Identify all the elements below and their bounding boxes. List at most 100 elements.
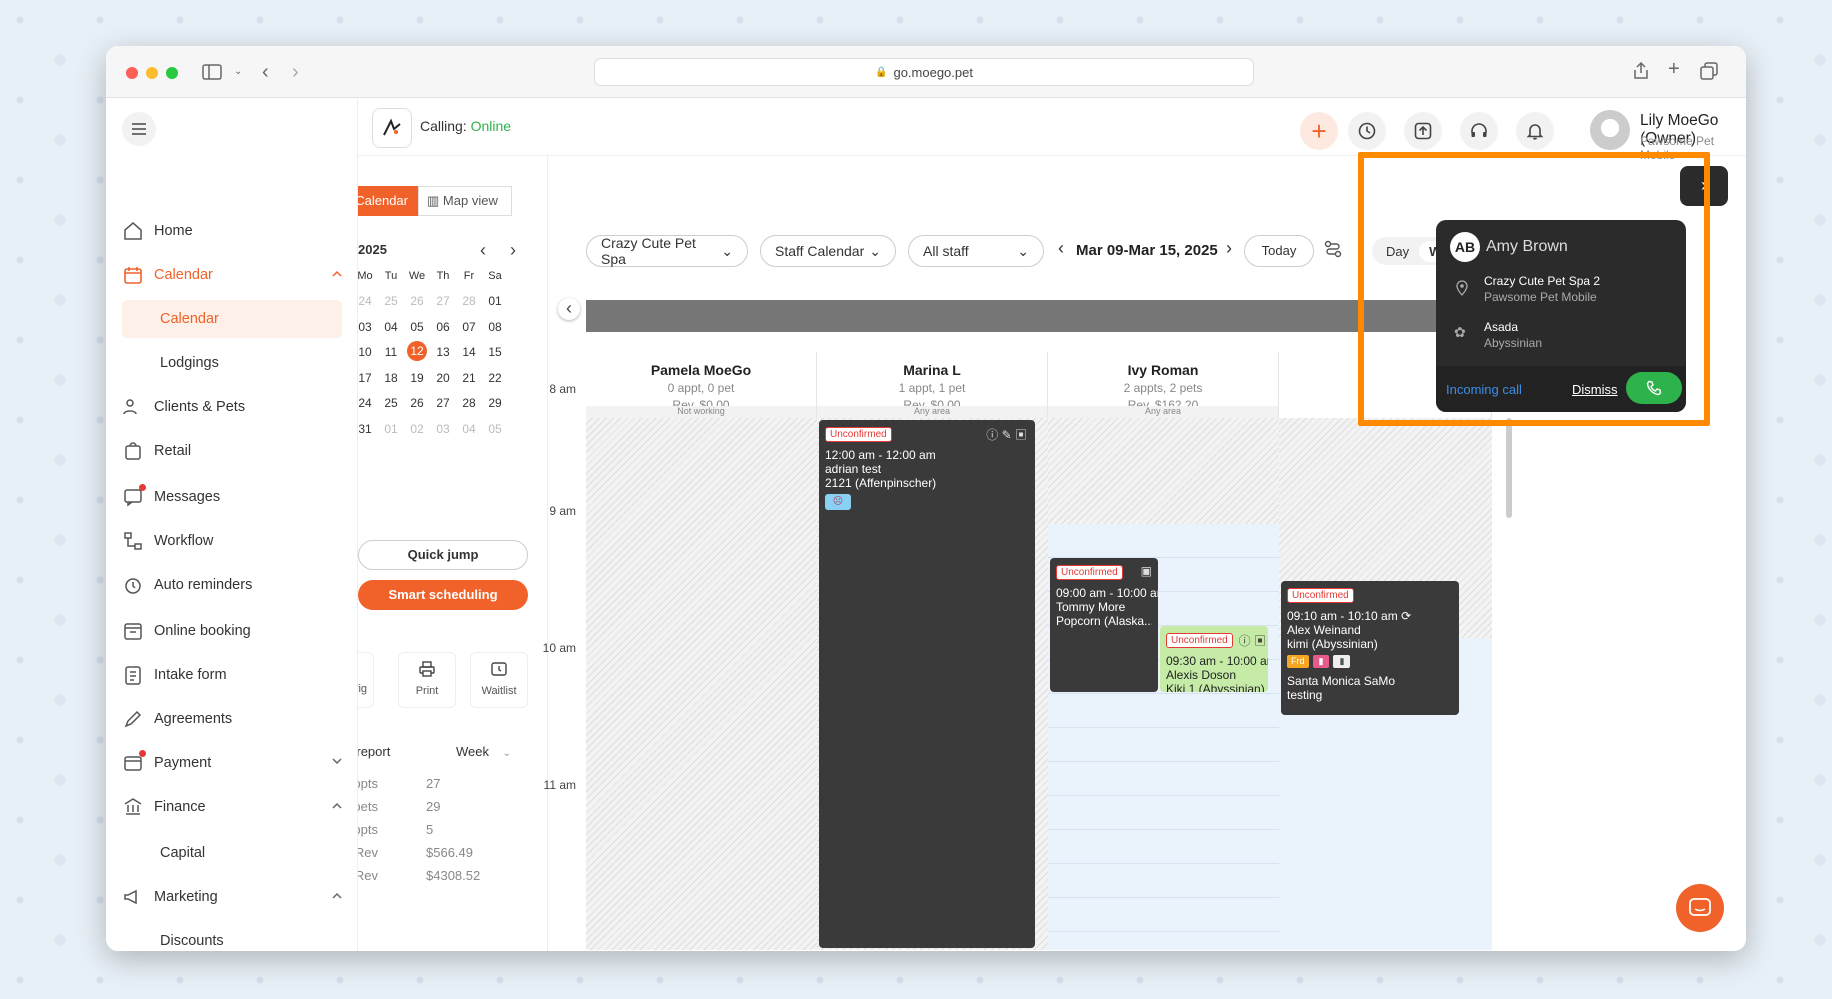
sidebar-item-lodgings[interactable]: Lodgings (122, 344, 342, 382)
calling-label: Calling: (420, 118, 467, 134)
repeat-icon: ⟳ (1401, 609, 1412, 623)
sidebar-toggle-icon[interactable] (202, 64, 222, 80)
map-view-label: Map view (442, 193, 498, 208)
calendar-day[interactable]: 12 (407, 341, 427, 362)
sidebar-item-calendar[interactable]: Calendar (122, 300, 342, 338)
sidebar: Home Calendar Calendar Lodgings Clients & Pe… (106, 98, 358, 951)
staff-name: Pamela MoeGo (650, 362, 752, 378)
add-icon[interactable]: + (1300, 112, 1338, 150)
column-pamela-body[interactable] (586, 418, 817, 950)
report-period-select[interactable]: Week ⌄ (456, 744, 511, 759)
sidebar-item-marketing[interactable]: Marketing (122, 878, 342, 916)
smart-scheduling-button[interactable]: Smart scheduling (358, 580, 528, 610)
time-label: 11 am (543, 778, 576, 792)
calendar-day[interactable]: 11 (376, 345, 406, 359)
status-badge: Unconfirmed (1056, 565, 1123, 580)
bell-icon[interactable] (1516, 112, 1554, 150)
sidebar-item-label: Calendar (160, 311, 219, 327)
chevron-down-icon: ⌄ (721, 242, 733, 259)
sidebar-item-auto-reminders[interactable]: Auto reminders (122, 566, 342, 604)
calendar-view-button[interactable]: Calendar (358, 186, 418, 216)
chevron-down-icon[interactable]: ⌄ (234, 66, 242, 77)
alarm-icon (122, 574, 144, 596)
chat-support-button[interactable] (1676, 884, 1724, 932)
staff-column-header[interactable]: Marina L1 appt, 1 pet Rev. $0.00 Any area (817, 352, 1048, 418)
staff-select[interactable]: All staff ⌄ (908, 235, 1044, 267)
sidebar-item-clients-pets[interactable]: Clients & Pets (122, 388, 342, 426)
sidebar-item-capital[interactable]: Capital (122, 834, 342, 872)
forward-icon[interactable]: › (292, 61, 299, 84)
sidebar-item-retail[interactable]: Retail (122, 432, 342, 470)
chevron-down-icon: ⌄ (869, 242, 881, 259)
chevron-down-icon: ⌄ (502, 748, 512, 759)
url-bar[interactable]: 🔒 go.moego.pet (594, 58, 1254, 86)
appointment-card[interactable]: Unconfirmed 09:10 am - 10:10 am ⟳ Alex W… (1281, 581, 1459, 715)
sidebar-item-agreements[interactable]: Agreements (122, 700, 342, 738)
today-button[interactable]: Today (1244, 235, 1314, 267)
appointment-card[interactable]: Unconfirmed ⓘ ✎ ▣ 12:00 am - 12:00 am ad… (819, 420, 1035, 948)
sidebar-item-workflow[interactable]: Workflow (122, 522, 342, 560)
next-month-icon[interactable]: › (510, 240, 516, 261)
sidebar-item-online-booking[interactable]: Online booking (122, 612, 342, 650)
calendar-type-select[interactable]: Staff Calendar ⌄ (760, 235, 896, 267)
maximize-window-button[interactable] (166, 67, 178, 79)
mood-icon: ☹ (825, 494, 851, 510)
history-icon[interactable] (1348, 112, 1386, 150)
sidebar-item-label: Clients & Pets (154, 399, 246, 415)
appointment-client: Alexis Doson (1166, 668, 1237, 682)
tabs-overview-icon[interactable] (1700, 62, 1718, 80)
calendar-day[interactable]: 15 (480, 345, 510, 359)
headset-icon[interactable] (1460, 112, 1498, 150)
close-window-button[interactable] (126, 67, 138, 79)
mini-calendar-title: 2025 (358, 242, 387, 257)
sidebar-item-label: Agreements (154, 711, 233, 727)
sidebar-item-payment[interactable]: Payment (122, 744, 342, 782)
sidebar-item-messages[interactable]: Messages (122, 478, 342, 516)
staff-column-header[interactable]: Ivy Roman 2 appts, 2 pets Rev. $162.20 Any … (1048, 352, 1279, 418)
sidebar-item-label: Discounts (160, 933, 224, 949)
map-view-button[interactable]: ▥ Map view (418, 186, 512, 216)
sidebar-item-intake-form[interactable]: Intake form (122, 656, 342, 694)
prev-month-icon[interactable]: ‹ (480, 240, 486, 261)
config-button[interactable]: ⚙ Config (358, 652, 374, 708)
calendar-day[interactable]: 01 (480, 294, 510, 308)
quick-jump-button[interactable]: Quick jump (358, 540, 528, 570)
calendar-scrollbar[interactable] (1506, 418, 1512, 518)
url-text: go.moego.pet (893, 64, 973, 80)
waitlist-button[interactable]: Waitlist (470, 652, 528, 708)
appointment-location: Santa Monica SaMo (1287, 674, 1396, 688)
business-select[interactable]: Crazy Cute Pet Spa ⌄ (586, 235, 748, 267)
retail-icon (122, 440, 144, 462)
staff-column-header[interactable]: Pamela MoeGo 0 appt, 0 pet Rev. $0.00 Not w… (586, 352, 817, 418)
appointment-card[interactable]: Unconfirmed ▣ 09:00 am - 10:00 am Tommy … (1050, 558, 1158, 692)
new-tab-icon[interactable]: + (1668, 58, 1680, 81)
minimize-window-button[interactable] (146, 67, 158, 79)
back-icon[interactable]: ‹ (262, 61, 269, 84)
calendar-day[interactable]: 05 (480, 422, 510, 436)
next-week-icon[interactable]: › (1226, 238, 1232, 259)
prev-week-icon[interactable]: ‹ (1058, 238, 1064, 259)
route-icon[interactable] (1324, 240, 1342, 258)
sidebar-item-home[interactable]: Home (122, 212, 342, 250)
staff-summary: 2 appts, 2 pets (1123, 381, 1203, 395)
upload-icon[interactable] (1404, 112, 1442, 150)
weekday-label: Sa (488, 270, 502, 282)
collapse-panel-icon[interactable]: ‹ (558, 298, 580, 320)
avatar[interactable] (1590, 110, 1630, 150)
appointment-pet: Popcorn (Alaska... (1056, 614, 1152, 628)
calendar-day[interactable]: 22 (480, 371, 510, 385)
appointment-card[interactable]: Unconfirmed ⓘ ▣ 09:30 am - 10:00 am Alex… (1160, 626, 1268, 692)
sidebar-item-label: Auto reminders (154, 577, 253, 593)
sidebar-item-discounts[interactable]: Discounts (122, 922, 342, 951)
menu-icon[interactable] (122, 112, 156, 146)
staff-area: Any area (1048, 406, 1278, 418)
share-icon[interactable] (1634, 61, 1648, 79)
sidebar-item-calendar[interactable]: Calendar (122, 256, 342, 294)
print-button[interactable]: Print (398, 652, 456, 708)
calendar-day[interactable]: 29 (480, 396, 510, 410)
staff-summary: 1 appt, 1 pet (898, 381, 966, 395)
sidebar-item-finance[interactable]: Finance (122, 788, 342, 826)
calendar-report-title: Calendar report (358, 744, 391, 759)
calendar-day[interactable]: 08 (480, 320, 510, 334)
time-label: 10 am (542, 641, 576, 655)
